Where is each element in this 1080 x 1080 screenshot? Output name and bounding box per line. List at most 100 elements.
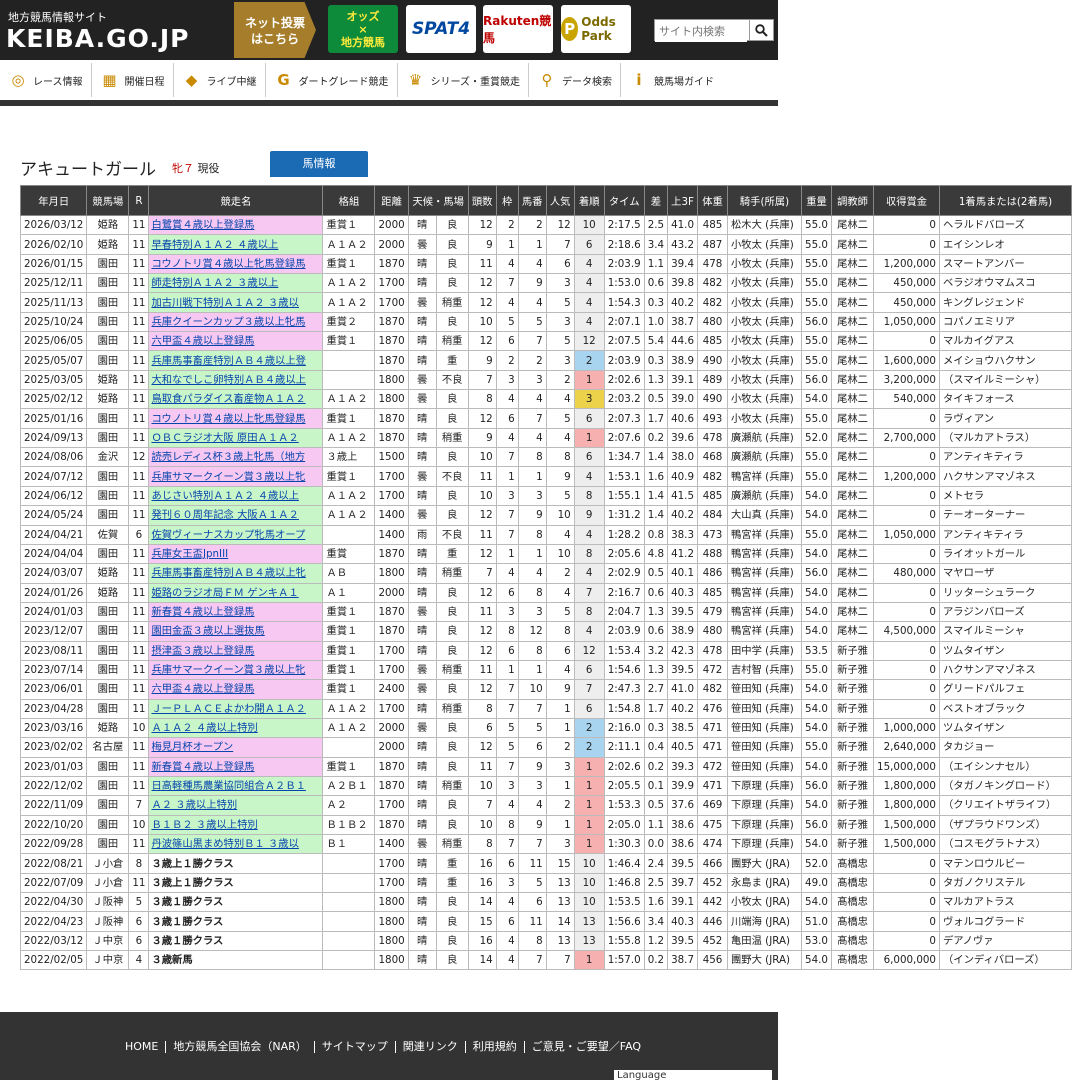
table-cell: 12 bbox=[467, 621, 497, 642]
table-row: 2024/07/12 園田 11 兵庫サマークイーン賞３歳以上牝 重賞１ 1700 曇不良 1… bbox=[19, 466, 1072, 487]
table-row: 2023/07/14 園田 11 兵庫サマークイーン賞３歳以上牝 重賞１ 1700 曇稍重 1… bbox=[19, 659, 1072, 681]
table-cell: 2022/07/09 bbox=[19, 872, 88, 894]
race-name-link[interactable]: 日高軽種馬農業協同組合Ａ２Ｂ１ bbox=[148, 775, 324, 797]
table-row: 2024/05/24 園田 11 発刊６０周年記念 大阪Ａ１Ａ２ Ａ１Ａ２ 1400 曇良 1… bbox=[19, 505, 1072, 526]
table-cell: 園田 bbox=[86, 331, 130, 352]
race-name-link[interactable]: 早春特別Ａ１Ａ２ ４歳以上 bbox=[148, 234, 324, 255]
chiho-keiba-banner[interactable]: オッズ × 地方競馬 bbox=[328, 5, 398, 53]
nav-item-0[interactable]: ◎ レース情報 bbox=[0, 63, 92, 97]
table-cell: 雨 bbox=[407, 524, 437, 545]
table-cell: 重賞１ bbox=[322, 253, 376, 275]
table-cell: 3 bbox=[495, 872, 519, 894]
table-cell: 8 bbox=[495, 621, 519, 642]
nav-item-1[interactable]: ▦ 開催日程 bbox=[92, 63, 174, 97]
race-name-link[interactable]: 読売レディス杯３歳上牝馬（地方 bbox=[148, 447, 324, 468]
race-name-link[interactable]: Ｂ１Ｂ２ ３歳以上特別 bbox=[148, 814, 324, 836]
table-cell: 1 bbox=[517, 466, 547, 487]
tab-horse-info[interactable]: 馬情報 bbox=[270, 151, 368, 177]
table-cell: 廣瀬航 (兵庫) bbox=[727, 485, 803, 507]
table-cell: 1700 bbox=[374, 485, 409, 507]
table-cell: 姫路 bbox=[86, 389, 130, 410]
race-name-link[interactable]: 兵庫サマークイーン賞３歳以上牝 bbox=[148, 659, 324, 681]
table-cell: 10 bbox=[467, 775, 497, 797]
horse-name: アキュートガール bbox=[20, 160, 156, 180]
race-name-link[interactable]: コウノトリ賞４歳以上牝馬登録馬 bbox=[148, 253, 324, 275]
race-name-link[interactable]: 六甲盃４歳以上登録馬 bbox=[148, 331, 324, 352]
table-cell: 新子雅 bbox=[831, 737, 875, 758]
race-name-link[interactable]: 佐賀ヴィーナスカップ牝馬オープ bbox=[148, 524, 324, 545]
race-name-link[interactable]: 六甲盃４歳以上登録馬 bbox=[148, 679, 324, 700]
race-name-link[interactable]: ＪーＰＬＡＣＥよかわ開Ａ１Ａ２ bbox=[148, 698, 324, 719]
table-cell: 園田 bbox=[86, 601, 130, 623]
table-cell: 鴨宮祥 (兵庫) bbox=[727, 543, 803, 565]
table-cell: 8 bbox=[517, 524, 547, 545]
site-logo[interactable]: KEIBA.GO.JP bbox=[6, 24, 189, 53]
footer-link[interactable]: 地方競馬全国協会（NAR） bbox=[166, 1041, 315, 1053]
race-name-link[interactable]: 摂津盃３歳以上登録馬 bbox=[148, 640, 324, 661]
table-cell: 1,800,000 bbox=[873, 795, 940, 816]
table-cell: 56.0 bbox=[801, 311, 833, 333]
footer-link[interactable]: 関連リンク bbox=[396, 1041, 466, 1053]
table-cell: 7 bbox=[467, 795, 497, 816]
spat4-banner[interactable]: SPAT4 bbox=[406, 5, 476, 53]
race-name-link[interactable]: 兵庫サマークイーン賞３歳以上牝 bbox=[148, 466, 324, 487]
table-cell: ツムタイザン bbox=[938, 717, 1072, 739]
race-name-link[interactable]: 新春賞４歳以上登録馬 bbox=[148, 601, 324, 623]
table-cell: 2:11.1 bbox=[603, 737, 645, 758]
race-name-link[interactable]: 兵庫馬事畜産特別ＡＢ４歳以上牝 bbox=[148, 563, 324, 584]
table-cell: 2:47.3 bbox=[603, 679, 645, 700]
table-cell: 6 bbox=[495, 408, 519, 429]
nav-item-6[interactable]: i 競馬場ガイド bbox=[621, 63, 722, 97]
table-cell: 472 bbox=[697, 659, 729, 681]
table-cell: 4 bbox=[128, 950, 150, 971]
race-name-link[interactable]: 丹波篠山黒まめ特別Ｂ１ ３歳以 bbox=[148, 833, 324, 855]
table-cell: 2400 bbox=[374, 679, 409, 700]
search-input[interactable] bbox=[655, 21, 747, 42]
race-name-link[interactable]: 姫路のラジオ局ＦＭ ゲンキＡ１ bbox=[148, 582, 324, 603]
nav-item-5[interactable]: ⚲ データ検索 bbox=[529, 63, 621, 97]
race-name-link[interactable]: 梅見月杯オープン bbox=[148, 737, 324, 758]
footer-link[interactable]: ご意見・ご要望／FAQ bbox=[525, 1041, 648, 1053]
nav-item-2[interactable]: ◆ ライブ中継 bbox=[174, 63, 266, 97]
race-name-link[interactable]: 白鷺賞４歳以上登録馬 bbox=[148, 214, 324, 236]
table-cell: 良 bbox=[435, 679, 469, 700]
footer-link[interactable]: サイトマップ bbox=[315, 1041, 396, 1053]
race-name-link[interactable]: 園田金盃３歳以上選抜馬 bbox=[148, 621, 324, 642]
race-name-link[interactable]: 発刊６０周年記念 大阪Ａ１Ａ２ bbox=[148, 505, 324, 526]
table-cell: 晴 bbox=[407, 621, 437, 642]
table-cell: 1:53.3 bbox=[603, 795, 645, 816]
race-name-link[interactable]: 新春賞４歳以上登録馬 bbox=[148, 756, 324, 777]
finish-position: 10 bbox=[573, 853, 605, 874]
oddspark-banner[interactable]: P Odds Park bbox=[561, 5, 631, 53]
race-name-link[interactable]: 師走特別Ａ１Ａ２ ３歳以上 bbox=[148, 273, 324, 294]
rakuten-keiba-banner[interactable]: Rakuten競馬 bbox=[483, 5, 553, 53]
table-cell: 0.4 bbox=[643, 737, 669, 758]
table-cell: 2025/05/07 bbox=[19, 350, 88, 371]
race-name-link[interactable]: Ａ１Ａ２ ４歳以上特別 bbox=[148, 717, 324, 739]
footer-link[interactable]: 利用規約 bbox=[466, 1041, 525, 1053]
table-cell: 笹田知 (兵庫) bbox=[727, 698, 803, 719]
race-name-link[interactable]: 鳥取食パラダイス畜産物Ａ１Ａ２ bbox=[148, 389, 324, 410]
table-cell: 尾林二 bbox=[831, 427, 875, 449]
race-name-link[interactable]: 兵庫女王盃JpnIII bbox=[148, 543, 324, 565]
race-name-link[interactable]: 加古川戦下特別Ａ１Ａ２ ３歳以 bbox=[148, 292, 324, 313]
table-cell: 0 bbox=[873, 601, 940, 623]
table-row: 2022/10/20 園田 10 Ｂ１Ｂ２ ３歳以上特別 Ｂ１Ｂ２ 1870 晴良 10 8 9 1… bbox=[19, 814, 1072, 836]
race-name-link[interactable]: 大和なでしこ卵特別ＡＢ４歳以上 bbox=[148, 369, 324, 391]
nav-item-3[interactable]: G ダートグレード競走 bbox=[266, 63, 398, 97]
table-cell: 園田 bbox=[86, 311, 130, 333]
race-name-link[interactable]: ＯＢＣラジオ大阪 原田Ａ１Ａ２ bbox=[148, 427, 324, 449]
search-button[interactable] bbox=[749, 20, 773, 40]
table-cell: 良 bbox=[435, 814, 469, 836]
race-name-link[interactable]: コウノトリ賞４歳以上牝馬登録馬 bbox=[148, 408, 324, 429]
race-name-link[interactable]: 兵庫馬事畜産特別ＡＢ４歳以上登 bbox=[148, 350, 324, 371]
race-name-link: ３歳１勝クラス bbox=[148, 911, 324, 932]
footer-link[interactable]: HOME bbox=[118, 1041, 167, 1053]
language-select[interactable]: Language bbox=[614, 1070, 772, 1080]
nav-item-4[interactable]: ♛ シリーズ・重賞競走 bbox=[398, 63, 529, 97]
race-name-link[interactable]: あじさい特別Ａ１Ａ２ ４歳以上 bbox=[148, 485, 324, 507]
race-name-link[interactable]: Ａ２ ３歳以上特別 bbox=[148, 795, 324, 816]
net-vote-button[interactable]: ネット投票 はこちら bbox=[234, 2, 316, 58]
race-name-link[interactable]: 兵庫クイーンカップ３歳以上牝馬 bbox=[148, 311, 324, 333]
table-cell: 12 bbox=[467, 679, 497, 700]
